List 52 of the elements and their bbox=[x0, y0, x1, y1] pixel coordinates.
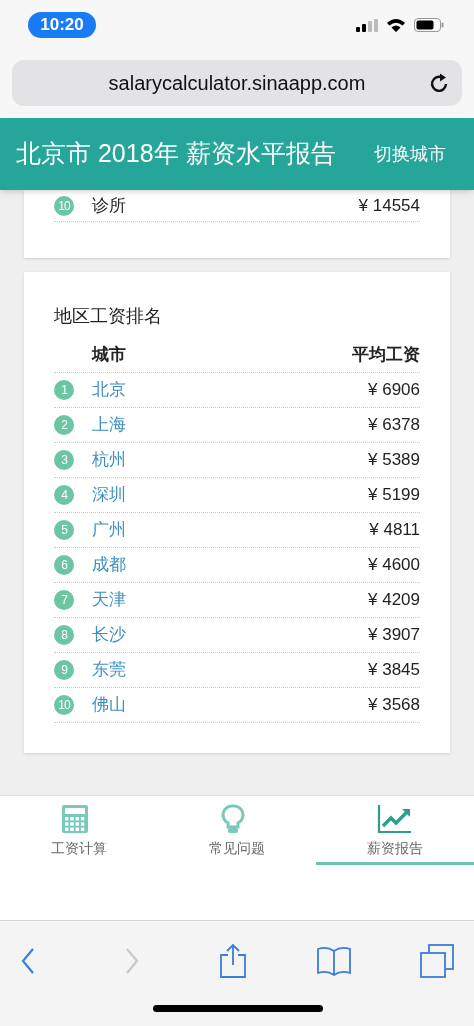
bookmarks-icon[interactable] bbox=[317, 946, 352, 976]
card-title: 地区工资排名 bbox=[54, 304, 163, 328]
share-icon[interactable] bbox=[218, 943, 247, 979]
salary-value: ¥ 6378 bbox=[368, 414, 420, 437]
salary-value: ¥ 4811 bbox=[369, 519, 420, 542]
back-icon[interactable] bbox=[20, 947, 36, 975]
city-link[interactable]: 成都 bbox=[92, 552, 126, 578]
salary-value: ¥ 5199 bbox=[368, 484, 420, 507]
city-link[interactable]: 天津 bbox=[92, 587, 126, 613]
city-link[interactable]: 上海 bbox=[92, 412, 126, 438]
salary-value: ¥ 14554 bbox=[358, 194, 420, 217]
salary-value: ¥ 4600 bbox=[368, 554, 420, 577]
city-link[interactable]: 东莞 bbox=[92, 657, 126, 683]
salary-value: ¥ 3907 bbox=[368, 624, 420, 647]
salary-value: ¥ 6906 bbox=[368, 379, 420, 402]
tabs-icon[interactable] bbox=[420, 944, 454, 978]
city-link[interactable]: 佛山 bbox=[92, 692, 126, 718]
city-link[interactable]: 北京 bbox=[92, 377, 126, 403]
switch-city-link[interactable]: 切换城市 bbox=[374, 140, 446, 168]
rank-badge: 2 bbox=[54, 415, 74, 435]
tab[interactable]: 工资计算 bbox=[0, 796, 158, 865]
signal-icon bbox=[356, 18, 378, 32]
rank-badge: 8 bbox=[54, 625, 74, 645]
rank-badge: 9 bbox=[54, 660, 74, 680]
column-header: 城市 bbox=[92, 344, 126, 367]
reload-icon[interactable] bbox=[430, 72, 450, 94]
status-time: 10:20 bbox=[28, 12, 96, 38]
column-header: 平均工资 bbox=[352, 344, 420, 367]
salary-value: ¥ 3568 bbox=[368, 694, 420, 717]
rank-badge: 10 bbox=[54, 195, 74, 216]
url-text: salarycalculator.sinaapp.com bbox=[108, 71, 366, 96]
city-link[interactable]: 广州 bbox=[92, 517, 126, 543]
rank-badge: 5 bbox=[54, 520, 74, 540]
city-link[interactable]: 长沙 bbox=[92, 622, 126, 648]
city-link[interactable]: 杭州 bbox=[92, 447, 126, 473]
salary-value: ¥ 3845 bbox=[368, 659, 420, 682]
rank-badge: 10 bbox=[54, 695, 74, 715]
rank-badge: 6 bbox=[54, 555, 74, 575]
address-bar[interactable]: salarycalculator.sinaapp.com bbox=[12, 60, 462, 106]
rank-badge: 1 bbox=[54, 380, 74, 400]
wifi-icon bbox=[386, 18, 406, 32]
chart-icon bbox=[377, 804, 413, 834]
item-name: 诊所 bbox=[92, 194, 126, 217]
tab[interactable]: 常见问题 bbox=[158, 796, 316, 865]
rank-badge: 3 bbox=[54, 450, 74, 470]
salary-value: ¥ 4209 bbox=[368, 589, 420, 612]
rank-badge: 4 bbox=[54, 485, 74, 505]
page-title: 北京市 2018年 薪资水平报告 bbox=[16, 138, 336, 170]
city-link[interactable]: 深圳 bbox=[92, 482, 126, 508]
rank-badge: 7 bbox=[54, 590, 74, 610]
battery-icon bbox=[414, 18, 444, 32]
salary-value: ¥ 5389 bbox=[368, 449, 420, 472]
